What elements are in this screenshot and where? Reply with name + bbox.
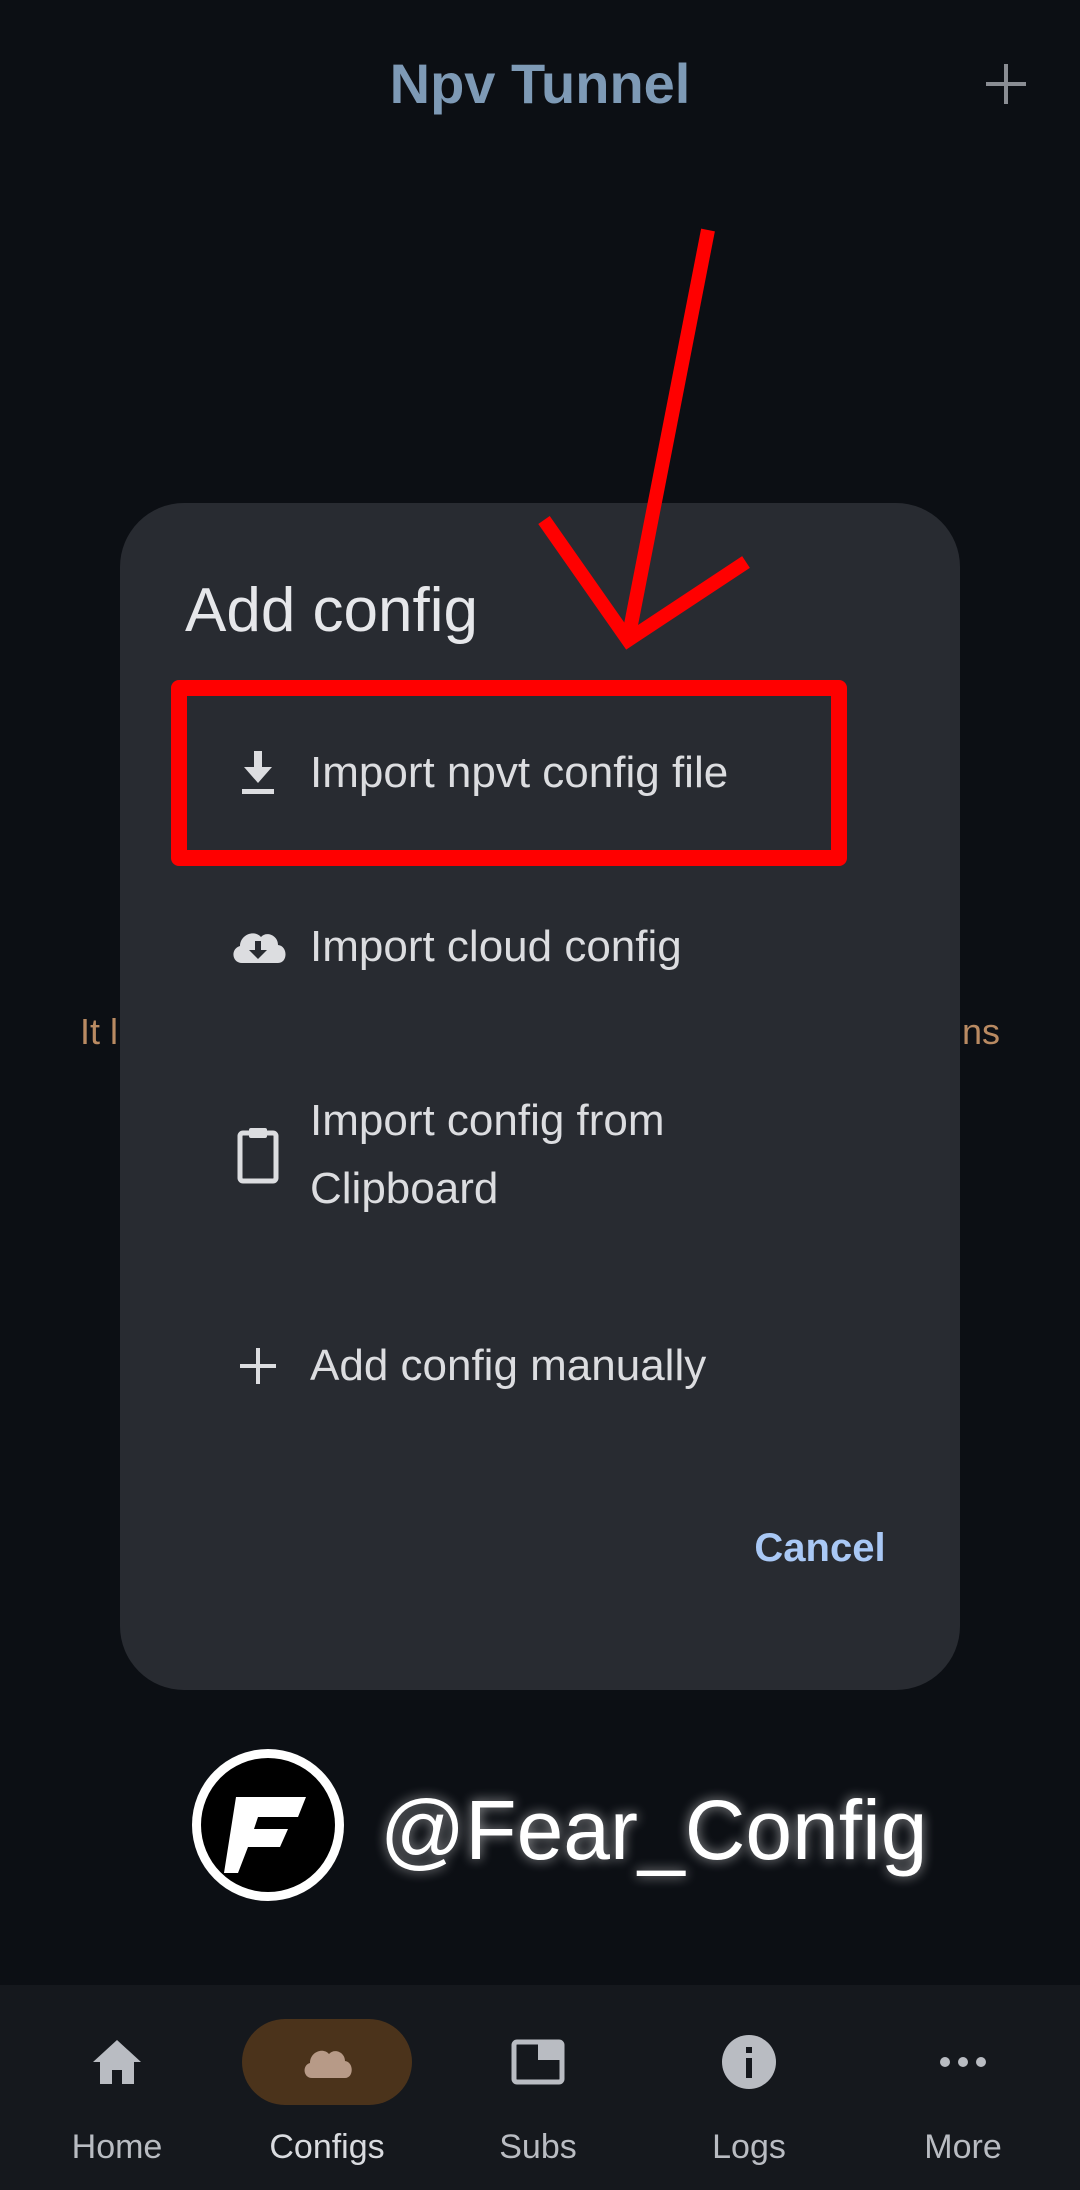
nav-label: Logs [712, 2128, 786, 2166]
watermark-text: @Fear_Config [380, 1783, 928, 1877]
nav-label: More [924, 2128, 1002, 2166]
nav-item-logs[interactable]: Logs [641, 1985, 857, 2190]
nav-item-subs[interactable]: Subs [430, 1985, 646, 2190]
annotation-arrow-icon [538, 228, 750, 650]
clipboard-icon [224, 1121, 292, 1189]
nav-label: Configs [269, 2128, 385, 2166]
cloud-icon [297, 2032, 357, 2092]
plus-icon [224, 1332, 292, 1400]
nav-label: Home [71, 2128, 163, 2166]
nav-item-home[interactable]: Home [9, 1985, 225, 2190]
dialog-title: Add config [185, 576, 478, 645]
menu-label: Add config manually [310, 1341, 707, 1390]
home-icon [87, 2032, 147, 2092]
annotation-highlight-box [171, 680, 847, 866]
nav-item-more[interactable]: More [855, 1985, 1071, 2190]
nav-item-configs[interactable]: Configs [219, 1985, 435, 2190]
info-icon [719, 2032, 779, 2092]
import-clipboard-option[interactable]: Import config from Clipboard [120, 1087, 960, 1223]
app-title: Npv Tunnel [389, 52, 691, 115]
menu-label: Import config from Clipboard [310, 1096, 665, 1213]
import-cloud-config-option[interactable]: Import cloud config [120, 913, 960, 981]
watermark-logo [188, 1745, 348, 1905]
subscriptions-icon [508, 2032, 568, 2092]
cancel-button[interactable]: Cancel [730, 1503, 910, 1593]
plus-icon[interactable] [976, 54, 1036, 114]
menu-label: Import cloud config [310, 922, 682, 971]
nav-label: Subs [499, 2128, 577, 2166]
more-horizontal-icon [933, 2032, 993, 2092]
empty-state-hint-left: It l [80, 1011, 119, 1052]
bottom-navigation: Home Configs Subs Logs More [0, 1985, 1080, 2190]
cloud-download-icon [224, 913, 292, 981]
add-config-manually-option[interactable]: Add config manually [120, 1332, 960, 1400]
empty-state-hint-right: ns [961, 1011, 1000, 1052]
